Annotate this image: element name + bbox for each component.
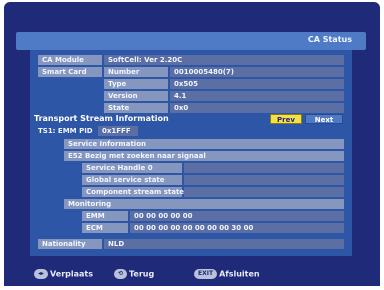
next-button[interactable]: Next: [305, 114, 343, 124]
back-hint[interactable]: ⟲ Terug: [114, 269, 154, 279]
component-stream-state-label: Component stream state: [82, 187, 184, 197]
card-type-label: Type: [104, 79, 168, 89]
title-bar: CA Status: [16, 32, 366, 50]
ecm-label: ECM: [82, 223, 128, 233]
service-information-heading: Service Information: [64, 139, 344, 149]
nationality-value: NLD: [104, 239, 344, 249]
smart-card-label: Smart Card: [38, 67, 102, 77]
nationality-label: Nationality: [38, 239, 102, 249]
monitoring-heading: Monitoring: [64, 199, 344, 209]
service-message: E52 Bezig met zoeken naar signaal: [64, 151, 344, 161]
component-stream-state-value: [184, 187, 344, 197]
page-title: CA Status: [307, 35, 352, 44]
card-number-value: 0010005480(7): [170, 67, 344, 77]
back-label: Terug: [129, 269, 155, 279]
card-number-label: Number: [104, 67, 168, 77]
exit-hint[interactable]: EXIT Afsluiten: [194, 269, 260, 279]
service-handle-label: Service Handle 0: [82, 163, 182, 173]
footer-bar: ◂▸ Verplaats ⟲ Terug EXIT Afsluiten: [4, 262, 380, 286]
card-state-value: 0x0: [170, 103, 344, 113]
prev-button[interactable]: Prev: [270, 114, 302, 124]
card-version-value: 4.1: [170, 91, 344, 101]
tsi-emm-pid-value: 0x1FFF: [98, 126, 138, 136]
card-version-label: Version: [104, 91, 168, 101]
card-state-label: State: [104, 103, 168, 113]
emm-label: EMM: [82, 211, 128, 221]
service-handle-value: [184, 163, 344, 173]
tsi-emm-pid-label: TS1: EMM PID: [38, 127, 93, 135]
exit-label: Afsluiten: [219, 269, 260, 279]
ca-module-label: CA Module: [38, 55, 102, 65]
move-hint[interactable]: ◂▸ Verplaats: [34, 269, 93, 279]
move-label: Verplaats: [50, 269, 94, 279]
emm-value: 00 00 00 00 00: [130, 211, 344, 221]
back-icon: ⟲: [114, 269, 128, 279]
transport-stream-title: Transport Stream Information: [34, 114, 169, 123]
arrows-icon: ◂▸: [34, 269, 49, 279]
card-type-value: 0x505: [170, 79, 344, 89]
exit-icon: EXIT: [194, 269, 218, 279]
global-service-state-label: Global service state: [82, 175, 182, 185]
global-service-state-value: [184, 175, 344, 185]
ca-module-value: SoftCell: Ver 2.20C: [104, 55, 344, 65]
ecm-value: 00 00 00 00 00 00 00 00 30 00: [130, 223, 344, 233]
